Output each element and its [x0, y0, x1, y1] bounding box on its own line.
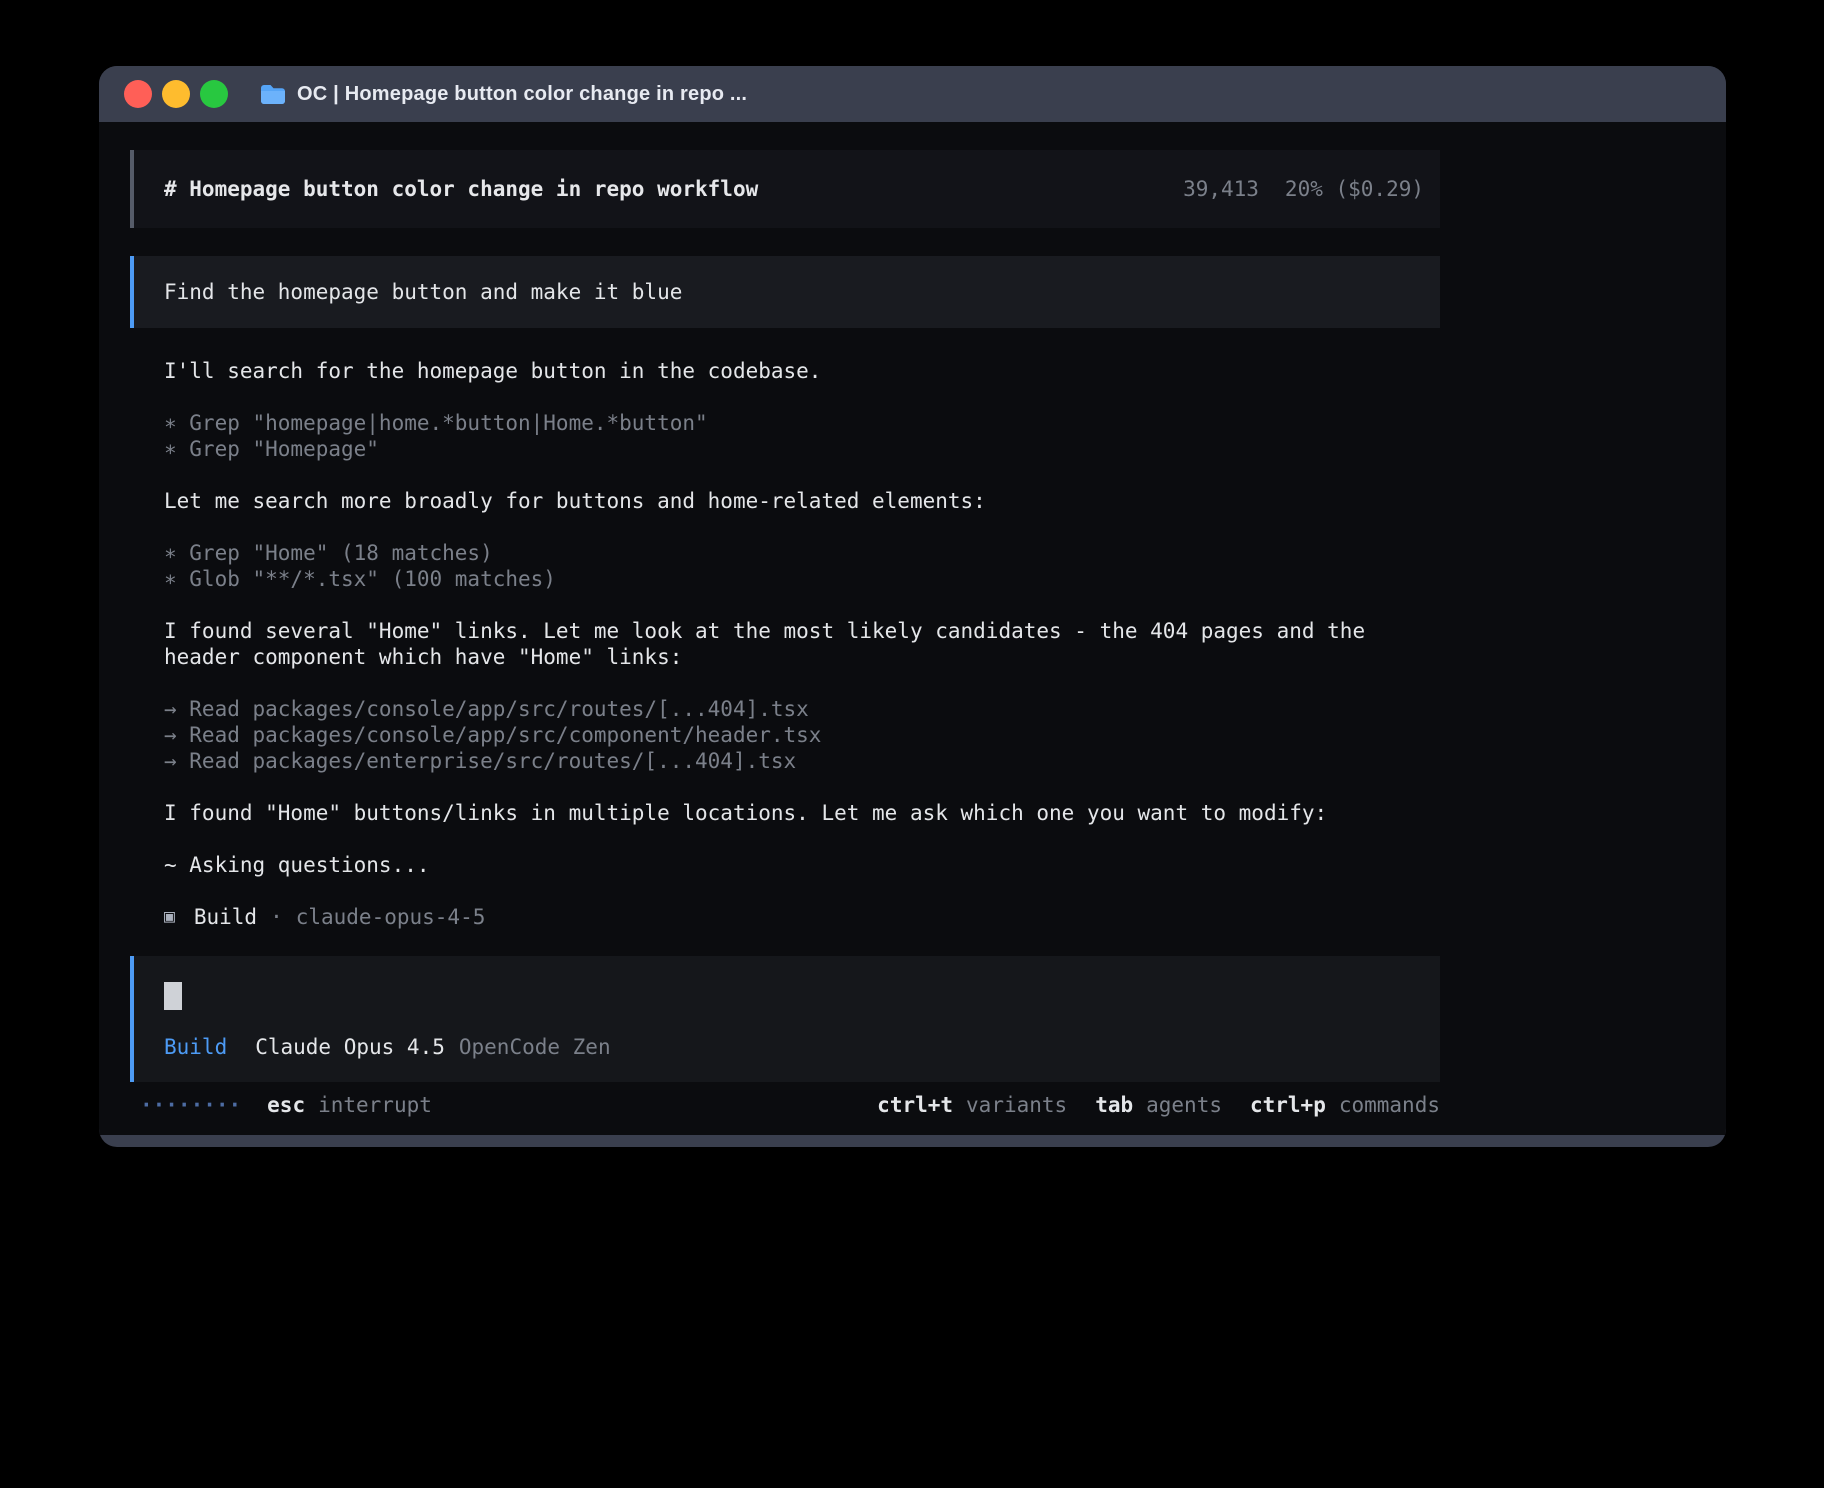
shortcut-hints: ctrl+t variants tab agents ctrl+p comman…	[877, 1092, 1440, 1118]
assistant-text: I'll search for the homepage button in t…	[164, 358, 1440, 384]
agent-separator: ·	[270, 904, 283, 930]
agent-name: Build	[194, 904, 257, 930]
tool-call-read: → Read packages/console/app/src/routes/[…	[164, 696, 1440, 722]
context-cost: 20% ($0.29)	[1285, 177, 1424, 201]
terminal-window: OC | Homepage button color change in rep…	[99, 66, 1726, 1147]
status-bar: ········ esc interrupt ctrl+t variants t…	[130, 1092, 1440, 1118]
terminal-content: # Homepage button color change in repo w…	[99, 122, 1726, 1135]
prompt-input[interactable]: Build Claude Opus 4.5 OpenCode Zen	[130, 956, 1440, 1082]
window-titlebar[interactable]: OC | Homepage button color change in rep…	[99, 66, 1726, 122]
working-status: ~ Asking questions...	[164, 852, 1440, 878]
shortcut-key-commands: ctrl+p	[1250, 1092, 1326, 1118]
traffic-lights	[124, 80, 228, 108]
window-title: OC | Homepage button color change in rep…	[297, 83, 747, 106]
minimize-button[interactable]	[162, 80, 190, 108]
tool-call-glob: ∗ Glob "**/*.tsx" (100 matches)	[164, 566, 1440, 592]
mode-indicator[interactable]: Build	[164, 1034, 227, 1060]
assistant-text: I found "Home" buttons/links in multiple…	[164, 800, 1440, 826]
user-message-text: Find the homepage button and make it blu…	[164, 280, 682, 304]
session-column: # Homepage button color change in repo w…	[130, 150, 1440, 1118]
shortcut-commands: ctrl+p commands	[1250, 1092, 1440, 1118]
transcript: I'll search for the homepage button in t…	[164, 358, 1440, 930]
agent-model: claude-opus-4-5	[296, 904, 486, 930]
tool-call-read: → Read packages/enterprise/src/routes/[.…	[164, 748, 1440, 774]
tool-call-grep: ∗ Grep "Homepage"	[164, 436, 1440, 462]
window-bottom-frame	[99, 1135, 1726, 1147]
esc-key-hint: esc	[267, 1092, 305, 1118]
session-stats: 39,413 20% ($0.29)	[1183, 177, 1424, 201]
tool-call-grep: ∗ Grep "homepage|home.*button|Home.*butt…	[164, 410, 1440, 436]
shortcut-key-variants: ctrl+t	[877, 1092, 953, 1118]
provider-name: OpenCode Zen	[459, 1034, 611, 1060]
close-button[interactable]	[124, 80, 152, 108]
assistant-text: I found several "Home" links. Let me loo…	[164, 618, 1440, 670]
spinner-dots: ········	[140, 1092, 241, 1118]
session-title: # Homepage button color change in repo w…	[164, 177, 758, 201]
tool-call-group: ∗ Grep "homepage|home.*button|Home.*butt…	[164, 410, 1440, 462]
tool-call-group: ∗ Grep "Home" (18 matches) ∗ Glob "**/*.…	[164, 540, 1440, 592]
tool-call-read: → Read packages/console/app/src/componen…	[164, 722, 1440, 748]
zoom-button[interactable]	[200, 80, 228, 108]
folder-icon	[260, 83, 286, 105]
text-cursor	[164, 982, 182, 1010]
tool-call-group: → Read packages/console/app/src/routes/[…	[164, 696, 1440, 774]
assistant-text: Let me search more broadly for buttons a…	[164, 488, 1440, 514]
tool-call-grep: ∗ Grep "Home" (18 matches)	[164, 540, 1440, 566]
model-name: Claude Opus 4.5	[255, 1034, 445, 1060]
agent-square-icon: ▣	[164, 904, 175, 930]
shortcut-agents: tab agents	[1095, 1092, 1222, 1118]
shortcut-variants: ctrl+t variants	[877, 1092, 1067, 1118]
input-meta: Build Claude Opus 4.5 OpenCode Zen	[164, 1034, 1410, 1060]
shortcut-label-agents: agents	[1146, 1092, 1222, 1118]
shortcut-key-agents: tab	[1095, 1092, 1133, 1118]
desktop: OC | Homepage button color change in rep…	[0, 0, 1824, 1488]
esc-action-label: interrupt	[318, 1092, 432, 1118]
agent-status: ▣ Build · claude-opus-4-5	[164, 904, 1440, 930]
shortcut-label-commands: commands	[1339, 1092, 1440, 1118]
shortcut-label-variants: variants	[966, 1092, 1067, 1118]
session-header: # Homepage button color change in repo w…	[130, 150, 1440, 228]
token-count: 39,413	[1183, 177, 1259, 201]
user-message: Find the homepage button and make it blu…	[130, 256, 1440, 328]
